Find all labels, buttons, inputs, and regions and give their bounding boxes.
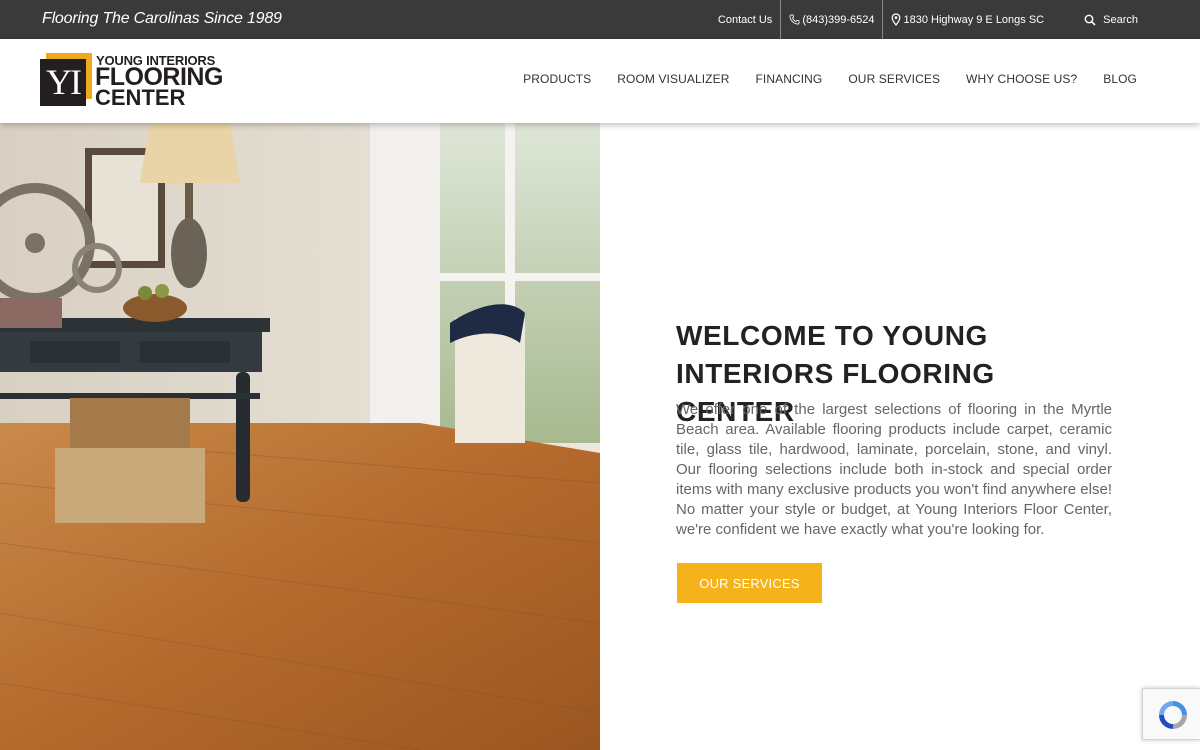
top-bar: Flooring The Carolinas Since 1989 Contac… bbox=[0, 0, 1200, 39]
site-logo[interactable]: YI YOUNG INTERIORS FLOORING CENTER bbox=[40, 53, 225, 110]
nav-why-choose-us[interactable]: WHY CHOOSE US? bbox=[966, 72, 1077, 86]
contact-us-label: Contact Us bbox=[717, 13, 773, 26]
main-nav: PRODUCTS ROOM VISUALIZER FINANCING OUR S… bbox=[523, 72, 1137, 86]
recaptcha-icon bbox=[1159, 701, 1187, 729]
top-links: Contact Us (843)399-6524 1830 Highway 9 … bbox=[710, 0, 1200, 39]
recaptcha-badge[interactable] bbox=[1142, 688, 1200, 740]
nav-products[interactable]: PRODUCTS bbox=[523, 72, 591, 86]
nav-room-visualizer[interactable]: ROOM VISUALIZER bbox=[617, 72, 729, 86]
nav-blog[interactable]: BLOG bbox=[1103, 72, 1137, 86]
phone-label: (843)399-6524 bbox=[802, 13, 875, 26]
contact-us-link[interactable]: Contact Us bbox=[710, 0, 780, 39]
logo-mark: YI bbox=[40, 53, 92, 106]
tagline: Flooring The Carolinas Since 1989 bbox=[42, 10, 282, 27]
welcome-text: We offer one of the largest selections o… bbox=[676, 401, 1112, 538]
nav-our-services[interactable]: OUR SERVICES bbox=[848, 72, 940, 86]
search-button[interactable]: Search bbox=[1052, 0, 1200, 39]
address-link[interactable]: 1830 Highway 9 E Longs SC bbox=[882, 0, 1052, 39]
site-header: YI YOUNG INTERIORS FLOORING CENTER PRODU… bbox=[0, 39, 1200, 123]
phone-link[interactable]: (843)399-6524 bbox=[780, 0, 882, 39]
nav-financing[interactable]: FINANCING bbox=[755, 72, 822, 86]
address-label: 1830 Highway 9 E Longs SC bbox=[903, 13, 1045, 26]
logo-text-line3: CENTER bbox=[95, 85, 186, 110]
map-pin-icon bbox=[892, 13, 901, 26]
hero-image bbox=[0, 123, 600, 750]
search-icon bbox=[1084, 14, 1096, 26]
search-label: Search bbox=[1103, 13, 1138, 26]
our-services-button[interactable]: OUR SERVICES bbox=[677, 563, 822, 603]
phone-icon bbox=[789, 14, 800, 25]
